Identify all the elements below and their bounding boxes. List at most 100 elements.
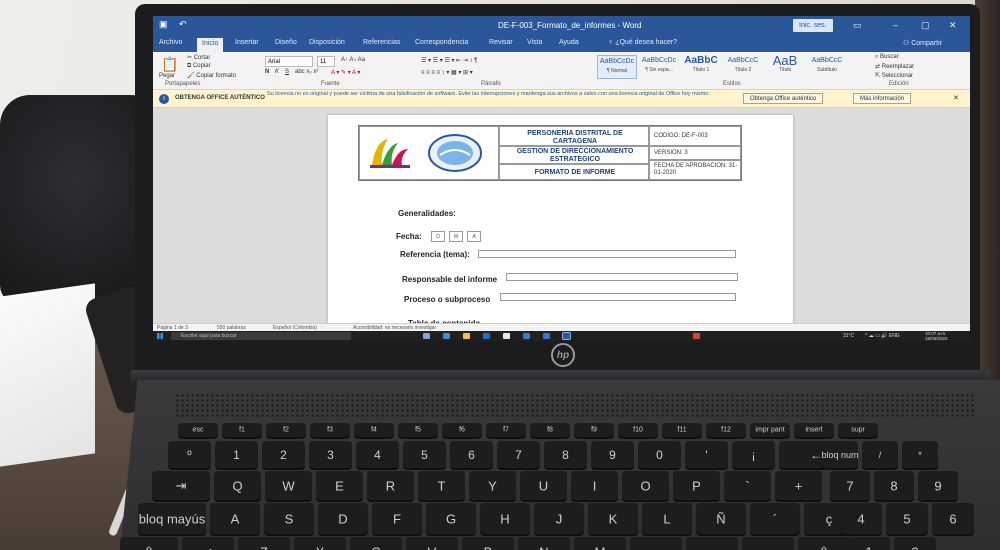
key[interactable]: f7 (486, 423, 526, 437)
key[interactable]: Y (469, 471, 516, 500)
weather-widget[interactable]: 31°C (843, 333, 854, 339)
key[interactable]: M (574, 537, 626, 550)
key[interactable]: 4 (356, 441, 399, 468)
pinned-app-icon[interactable] (693, 333, 700, 339)
tab-vista[interactable]: Vista (527, 39, 542, 46)
key[interactable]: f1 (222, 423, 262, 437)
key[interactable]: bloq num (821, 441, 859, 468)
key[interactable]: ⇧ (798, 537, 850, 550)
key[interactable]: O (622, 471, 669, 500)
day-field[interactable]: D (431, 231, 445, 242)
task-view-icon[interactable] (423, 333, 430, 339)
key[interactable]: 3 (309, 441, 352, 468)
signin-button[interactable]: Inic. ses. (793, 19, 833, 32)
tab-ayuda[interactable]: Ayuda (559, 39, 579, 46)
get-genuine-office-button[interactable]: Obtenga Office auténtico (743, 93, 824, 104)
process-field[interactable] (500, 293, 736, 301)
key[interactable]: F (372, 503, 422, 534)
key[interactable]: f9 (574, 423, 614, 437)
tab-archivo[interactable]: Archivo (159, 39, 182, 46)
key[interactable]: J (534, 503, 584, 534)
style-normal[interactable]: AaBbCcDc ¶ Normal (597, 55, 637, 79)
tab-revisar[interactable]: Revisar (489, 39, 513, 46)
close-icon[interactable]: ✕ (953, 94, 959, 102)
key[interactable]: W (265, 471, 312, 500)
style-heading-2[interactable]: AaBbCcC Título 2 (723, 55, 763, 79)
key[interactable]: ⇥ (152, 471, 210, 500)
replace-button[interactable]: ⇄ Reemplazar (875, 63, 914, 70)
key[interactable]: 7 (830, 471, 870, 500)
find-button[interactable]: ⌕ Buscar (875, 54, 899, 61)
word-icon[interactable] (562, 332, 571, 340)
key[interactable]: L (642, 503, 692, 534)
key[interactable]: K (588, 503, 638, 534)
year-field[interactable]: A (467, 231, 481, 242)
grow-font-icon[interactable]: A↑ A↓ Aa (341, 57, 365, 63)
key[interactable]: / (862, 441, 898, 468)
key[interactable]: * (902, 441, 938, 468)
tab-correspondencia[interactable]: Correspondencia (415, 39, 468, 46)
key[interactable]: . (686, 537, 738, 550)
responsible-field[interactable] (506, 273, 738, 281)
font-color-icon[interactable]: A ▾ ✎ ▾ A ▾ (331, 69, 360, 76)
document-page[interactable]: PERSONERIA DISTRITAL DE CARTAGENA GESTIO… (328, 115, 793, 330)
format-painter-button[interactable]: 🖌 Copiar formato (187, 72, 236, 79)
font-size-select[interactable]: 11 (317, 56, 335, 67)
key[interactable]: ' (685, 441, 728, 468)
key[interactable]: 2 (894, 537, 936, 550)
more-info-button[interactable]: Más información (853, 93, 912, 104)
outlook-icon[interactable] (543, 333, 550, 339)
edge-icon[interactable] (443, 333, 450, 339)
key[interactable]: f6 (442, 423, 482, 437)
key[interactable]: 0 (638, 441, 681, 468)
key[interactable]: supr (838, 423, 878, 437)
tab-disposicion[interactable]: Disposición (309, 39, 345, 46)
key[interactable]: f2 (266, 423, 306, 437)
key[interactable]: esc (178, 423, 218, 437)
key[interactable]: insert (794, 423, 834, 437)
reference-field[interactable] (478, 250, 736, 258)
key[interactable]: 1 (215, 441, 258, 468)
tab-insertar[interactable]: Insertar (235, 39, 259, 46)
key[interactable]: 8 (874, 471, 914, 500)
key[interactable]: 9 (918, 471, 958, 500)
key[interactable]: U (520, 471, 567, 500)
key[interactable]: R (367, 471, 414, 500)
key[interactable]: S (264, 503, 314, 534)
key[interactable]: T (418, 471, 465, 500)
font-name-select[interactable]: Arial (265, 56, 313, 67)
key[interactable]: 8 (544, 441, 587, 468)
key[interactable]: ¡ (732, 441, 775, 468)
key[interactable]: G (426, 503, 476, 534)
cut-button[interactable]: ✂ Cortar (187, 54, 210, 61)
select-button[interactable]: ⇱ Seleccionar (875, 72, 913, 79)
minimize-icon[interactable]: – (893, 20, 898, 30)
mail-icon[interactable] (483, 333, 490, 339)
key[interactable]: bloq mayús (138, 503, 206, 534)
key[interactable]: ` (724, 471, 771, 500)
key[interactable]: H (480, 503, 530, 534)
key[interactable]: < (182, 537, 234, 550)
paste-button[interactable]: Pegar (159, 73, 175, 79)
save-icon[interactable]: ▣ (159, 19, 168, 30)
style-title[interactable]: AaB Título (765, 54, 805, 79)
key[interactable]: 9 (591, 441, 634, 468)
key[interactable]: P (673, 471, 720, 500)
key[interactable]: f3 (310, 423, 350, 437)
undo-icon[interactable]: ↶ (179, 19, 187, 30)
key[interactable]: 5 (403, 441, 446, 468)
tab-inicio[interactable]: Inicio (197, 38, 224, 52)
key[interactable]: 6 (932, 503, 974, 534)
italic-icon[interactable]: K (275, 69, 279, 75)
style-subtitle[interactable]: AaBbCcC Subtítulo (807, 55, 847, 79)
key[interactable]: 7 (497, 441, 540, 468)
key[interactable]: X (294, 537, 346, 550)
tell-me-search[interactable]: ♀ ¿Qué desea hacer? (608, 39, 677, 46)
close-icon[interactable]: ✕ (949, 20, 957, 31)
key[interactable]: B (462, 537, 514, 550)
key[interactable]: 4 (840, 503, 882, 534)
tab-referencias[interactable]: Referencias (363, 39, 400, 46)
style-heading-1[interactable]: AaBbC Título 1 (681, 55, 721, 79)
key[interactable]: E (316, 471, 363, 500)
key[interactable]: f8 (530, 423, 570, 437)
